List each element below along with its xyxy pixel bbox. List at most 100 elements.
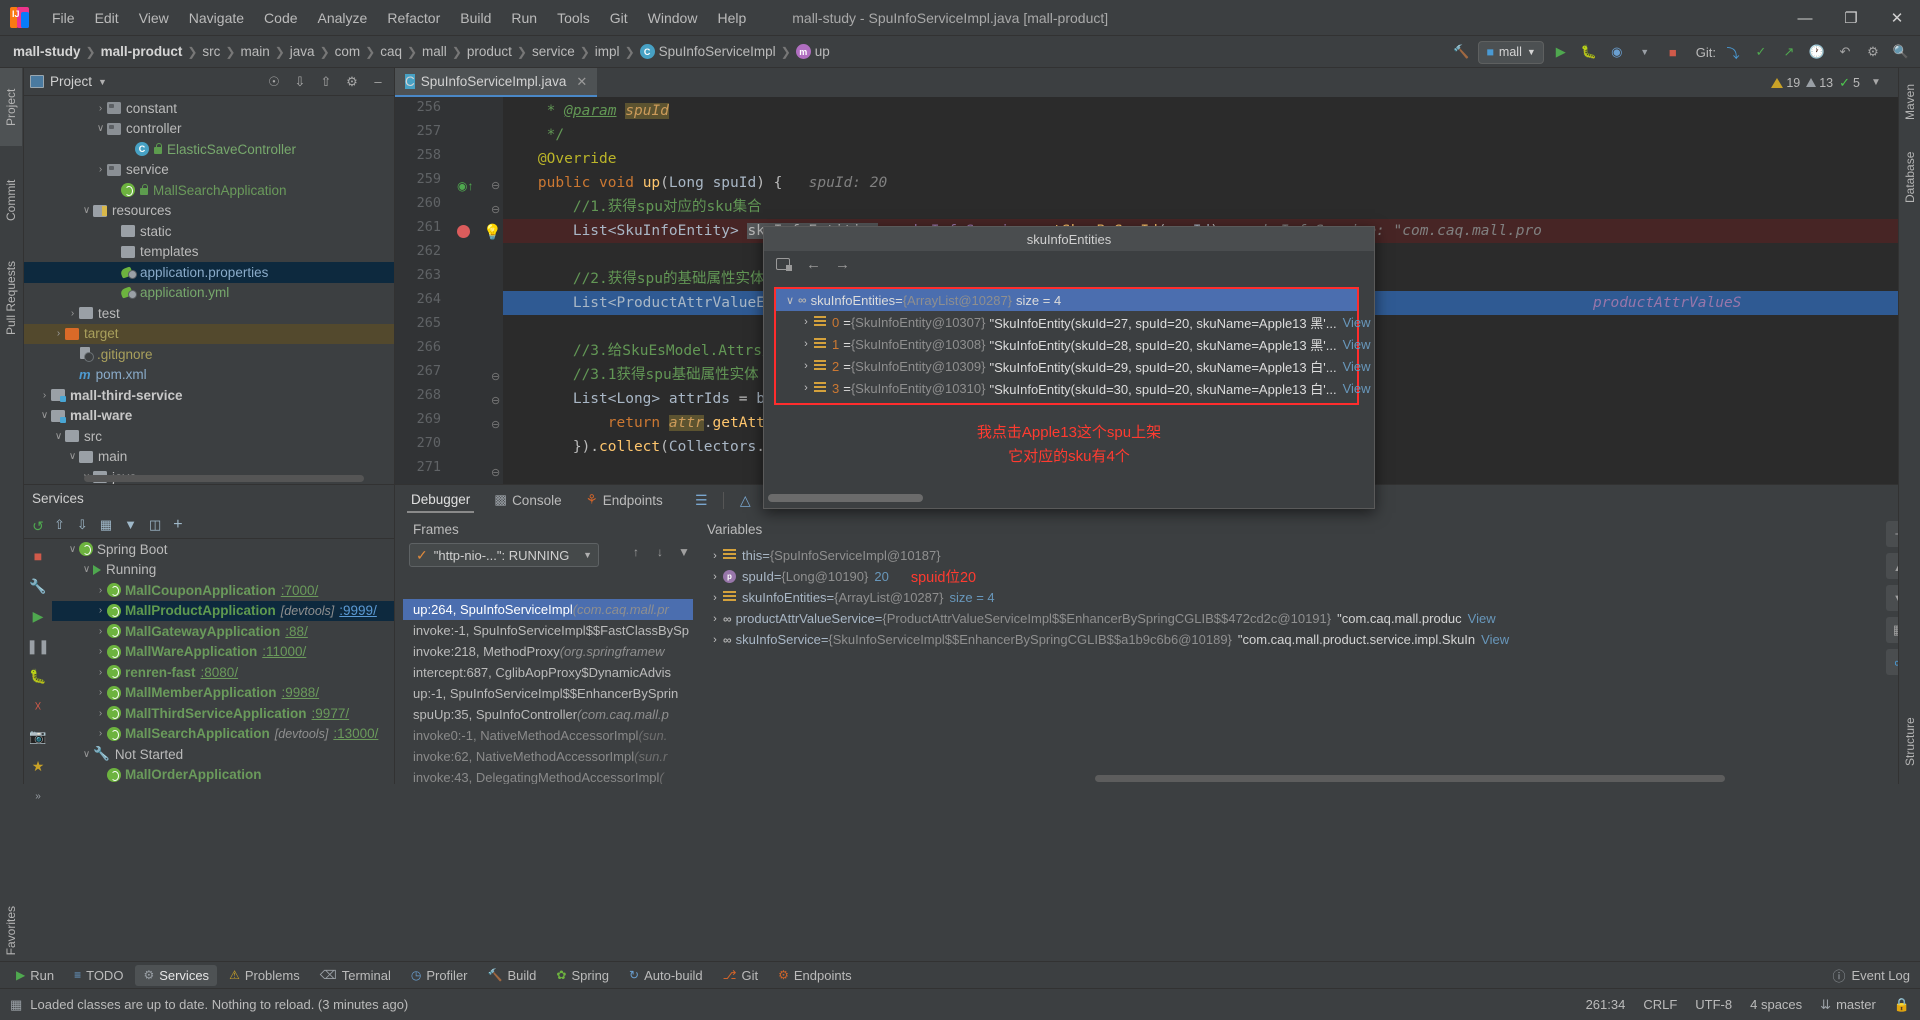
- weak-warning-count[interactable]: 13: [1806, 76, 1833, 90]
- breadcrumb-impl[interactable]: impl: [592, 44, 623, 59]
- expand-all-icon[interactable]: ⇩: [290, 72, 310, 92]
- service-port-link[interactable]: :9999/: [339, 603, 377, 618]
- project-tree-row[interactable]: ∨src: [24, 426, 394, 447]
- expand-arrow[interactable]: ›: [707, 550, 723, 562]
- tree-expand-arrow[interactable]: ›: [66, 308, 79, 319]
- stack-frame-row[interactable]: spuUp:35, SpuInfoController (com.caq.mal…: [403, 704, 693, 725]
- sidebar-tab-pull-requests[interactable]: Pull Requests: [0, 240, 22, 355]
- forward-arrow-icon[interactable]: →: [835, 256, 850, 273]
- breadcrumb-mall[interactable]: mall: [419, 44, 450, 59]
- expand-arrow[interactable]: ›: [707, 592, 723, 604]
- services-tree-row[interactable]: ›renren-fast:8080/: [52, 662, 394, 683]
- layout-settings-icon[interactable]: ☰: [693, 492, 710, 509]
- stack-frame-row[interactable]: invoke:-1, SpuInfoServiceImpl$$FastClass…: [403, 620, 693, 641]
- stack-frame-row[interactable]: up:-1, SpuInfoServiceImpl$$EnhancerBySpr…: [403, 683, 693, 704]
- popup-variable-row[interactable]: ›3 = {SkuInfoEntity@10310}"SkuInfoEntity…: [776, 377, 1357, 399]
- service-port-link[interactable]: :13000/: [333, 726, 378, 741]
- run-with-coverage-button[interactable]: ◉: [1606, 41, 1628, 63]
- lock-icon[interactable]: 🔒: [1894, 997, 1910, 1013]
- hide-panel-icon[interactable]: –: [368, 72, 388, 92]
- show-execution-point-icon[interactable]: △: [737, 492, 754, 509]
- stack-frame-row[interactable]: invoke0:-1, NativeMethodAccessorImpl (su…: [403, 725, 693, 746]
- layout-icon[interactable]: ◫: [149, 517, 161, 533]
- breadcrumb-class[interactable]: C SpuInfoServiceImpl: [637, 44, 779, 59]
- git-branch-indicator[interactable]: ⇊ master: [1820, 997, 1876, 1013]
- back-arrow-icon[interactable]: ←: [806, 256, 821, 273]
- bottom-tab-todo[interactable]: ≡TODO: [66, 965, 131, 986]
- project-tree-row[interactable]: ∨main: [24, 447, 394, 468]
- expand-arrow[interactable]: ›: [798, 316, 814, 328]
- menu-file[interactable]: File: [42, 6, 85, 30]
- menu-window[interactable]: Window: [638, 6, 708, 30]
- menu-help[interactable]: Help: [707, 6, 756, 30]
- bottom-tab-profiler[interactable]: ◷Profiler: [403, 965, 476, 986]
- tree-expand-arrow[interactable]: ∨: [80, 749, 93, 760]
- stop-icon[interactable]: ■: [24, 541, 52, 571]
- service-port-link[interactable]: :88/: [285, 624, 308, 639]
- expand-arrow[interactable]: ›: [707, 613, 723, 625]
- stack-frame-row[interactable]: invoke:62, NativeMethodAccessorImpl (sun…: [403, 746, 693, 767]
- sidebar-tab-maven[interactable]: Maven: [1899, 68, 1920, 136]
- add-service-icon[interactable]: +: [173, 516, 182, 534]
- view-link[interactable]: View: [1343, 359, 1371, 374]
- minimize-button[interactable]: —: [1782, 0, 1828, 36]
- tab-debugger[interactable]: Debugger: [407, 488, 474, 513]
- run-icon[interactable]: ▶: [24, 601, 52, 631]
- mute-breakpoints-icon[interactable]: ☓: [24, 691, 52, 721]
- bottom-tab-build[interactable]: 🔨Build: [480, 965, 545, 986]
- code-line[interactable]: //1.获得spu对应的sku集合: [503, 195, 1904, 219]
- code-line[interactable]: @Override: [503, 147, 1904, 171]
- tree-expand-arrow[interactable]: ∨: [80, 564, 93, 575]
- expand-arrow[interactable]: ›: [798, 338, 814, 350]
- run-configuration-selector[interactable]: ■ mall ▼: [1478, 41, 1543, 64]
- variable-row[interactable]: ›skuInfoEntities = {ArrayList@10287} siz…: [707, 587, 1880, 608]
- collapse-all-icon[interactable]: ⇧: [316, 72, 336, 92]
- build-hammer-icon[interactable]: 🔨: [1450, 41, 1472, 63]
- code-fold-handle[interactable]: ⊖: [491, 418, 500, 431]
- variable-row[interactable]: ›this = {SpuInfoServiceImpl@10187}: [707, 545, 1880, 566]
- bottom-tab-endpoints[interactable]: ⚙Endpoints: [770, 965, 860, 986]
- service-port-link[interactable]: :9988/: [282, 685, 320, 700]
- frame-up-icon[interactable]: ↑: [627, 543, 645, 561]
- menu-git[interactable]: Git: [600, 6, 638, 30]
- tab-endpoints[interactable]: ⚘ Endpoints: [582, 488, 667, 512]
- expand-arrow[interactable]: ›: [798, 382, 814, 394]
- project-tree-row[interactable]: ›service: [24, 160, 394, 181]
- service-port-link[interactable]: :11000/: [262, 644, 306, 659]
- project-tree-row[interactable]: templates: [24, 242, 394, 263]
- popup-variable-row[interactable]: ∨∞skuInfoEntities = {ArrayList@10287} si…: [776, 289, 1357, 311]
- services-tree-row[interactable]: ›MallThirdServiceApplication:9977/: [52, 703, 394, 724]
- sidebar-tab-project[interactable]: Project: [0, 68, 22, 146]
- project-settings-gear-icon[interactable]: ⚙: [342, 72, 362, 92]
- breadcrumb-com[interactable]: com: [332, 44, 364, 59]
- code-line[interactable]: */: [503, 123, 1904, 147]
- line-separator[interactable]: CRLF: [1643, 997, 1677, 1012]
- bottom-tab-problems[interactable]: ⚠Problems: [221, 965, 308, 986]
- services-tree-row[interactable]: ∨Running: [52, 560, 394, 581]
- popup-horizontal-scrollbar[interactable]: [768, 494, 923, 502]
- menu-view[interactable]: View: [129, 6, 179, 30]
- menu-navigate[interactable]: Navigate: [179, 6, 254, 30]
- tree-expand-arrow[interactable]: ›: [94, 687, 107, 698]
- bottom-tab-terminal[interactable]: ⌫Terminal: [312, 965, 399, 986]
- bottom-tab-run[interactable]: ▶Run: [8, 965, 62, 986]
- debug-icon[interactable]: 🐛: [24, 661, 52, 691]
- search-icon[interactable]: 🔍: [1890, 41, 1912, 63]
- tree-expand-arrow[interactable]: ›: [94, 164, 107, 175]
- bottom-tab-git[interactable]: ⎇Git: [715, 965, 766, 986]
- tab-console[interactable]: ▩ Console: [490, 488, 565, 512]
- git-push-icon[interactable]: ↗: [1778, 41, 1800, 63]
- stack-frame-row[interactable]: up:264, SpuInfoServiceImpl (com.caq.mall…: [403, 599, 693, 620]
- popup-variable-row[interactable]: ›1 = {SkuInfoEntity@10308}"SkuInfoEntity…: [776, 333, 1357, 355]
- view-link[interactable]: View: [1481, 632, 1509, 647]
- project-tree-row[interactable]: application.properties: [24, 262, 394, 283]
- more-icon[interactable]: »: [24, 781, 52, 811]
- settings-gear-icon[interactable]: ⚙: [1862, 41, 1884, 63]
- tree-expand-arrow[interactable]: ›: [52, 328, 65, 339]
- stack-frame-row[interactable]: invoke:218, MethodProxy (org.springframe…: [403, 641, 693, 662]
- variable-row[interactable]: ›∞productAttrValueService = {ProductAttr…: [707, 608, 1880, 629]
- frames-filter-icon[interactable]: ▼: [675, 543, 693, 561]
- project-tree-row[interactable]: MallSearchApplication: [24, 180, 394, 201]
- caret-position[interactable]: 261:34: [1586, 997, 1626, 1012]
- code-fold-handle[interactable]: ⊖: [491, 179, 500, 192]
